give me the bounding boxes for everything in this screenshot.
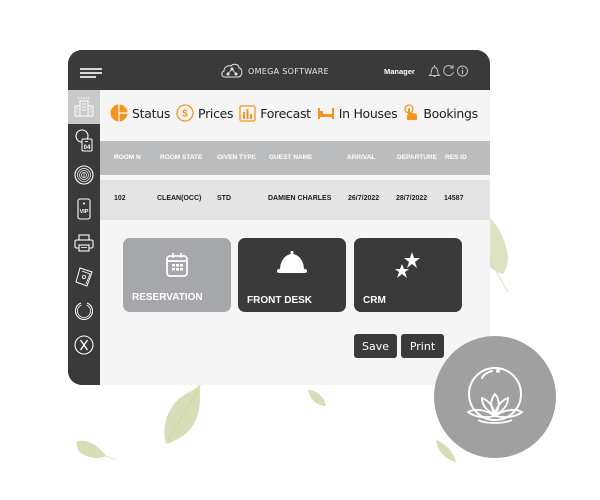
bell-icon[interactable] — [428, 64, 441, 78]
tab-forecast[interactable]: Forecast — [239, 104, 311, 122]
sidebar-item-refresh[interactable] — [68, 294, 100, 328]
close-circle-icon — [74, 335, 94, 355]
bar-chart-icon — [239, 104, 256, 122]
main-content: Status $ Prices Forecast In Houses Booki… — [100, 90, 490, 385]
menu-icon[interactable] — [80, 68, 104, 80]
vip-card-icon: VIP — [77, 198, 91, 220]
leaf-decoration — [308, 390, 326, 406]
printer-icon — [74, 234, 94, 252]
top-bar: OMEGA SOFTWARE Manager — [68, 50, 490, 90]
tab-label: Prices — [198, 105, 234, 121]
app-window: OMEGA SOFTWARE Manager 04 VIP Status $ P… — [68, 50, 490, 385]
building-icon — [74, 97, 94, 117]
lotus-badge — [434, 336, 556, 458]
tab-bar: Status $ Prices Forecast In Houses Booki… — [110, 104, 484, 122]
cell-guest-name: DAMIEN CHARLES — [268, 195, 332, 202]
column-header[interactable]: RES ID — [445, 154, 467, 161]
dollar-icon: $ — [176, 104, 194, 122]
leaf-decoration — [76, 440, 117, 461]
cloud-network-icon — [221, 63, 243, 78]
sidebar-item-calendar-day[interactable]: 04 — [68, 124, 100, 158]
cell-given-type: STD — [217, 195, 231, 202]
sidebar: 04 VIP — [68, 90, 100, 385]
fingerprint-icon — [74, 165, 94, 185]
tab-label: Bookings — [423, 105, 478, 121]
column-header[interactable]: ROOM N — [114, 154, 141, 161]
tab-prices[interactable]: $ Prices — [176, 104, 234, 122]
pie-chart-icon — [110, 104, 128, 122]
print-button[interactable]: Print — [401, 334, 444, 358]
column-header[interactable]: DEPARTURE — [397, 154, 437, 161]
sidebar-item-building[interactable] — [68, 90, 100, 124]
calendar-icon — [166, 253, 188, 277]
sidebar-item-close[interactable] — [68, 328, 100, 362]
reservation-tile[interactable]: RESERVATION — [123, 238, 231, 312]
tab-label: Forecast — [260, 105, 311, 121]
info-icon[interactable] — [456, 64, 469, 78]
lotus-icon — [466, 367, 524, 424]
tab-status[interactable]: Status — [110, 104, 170, 122]
svg-text:04: 04 — [84, 145, 91, 151]
hand-pointer-icon — [404, 104, 418, 120]
svg-text:VIP: VIP — [80, 209, 89, 215]
cash-icon — [75, 267, 93, 287]
tab-in-houses[interactable]: In Houses — [317, 106, 398, 121]
leaf-decoration — [164, 382, 202, 444]
tile-label: RESERVATION — [132, 292, 203, 303]
cell-room-state: CLEAN(OCC) — [157, 195, 202, 202]
tile-label: FRONT DESK — [247, 295, 312, 306]
tab-bookings[interactable]: Bookings — [403, 104, 478, 122]
tile-label: CRM — [363, 295, 386, 306]
brand-logo: OMEGA SOFTWARE — [220, 63, 329, 79]
sidebar-item-printer[interactable] — [68, 226, 100, 260]
crm-tile[interactable]: CRM — [354, 238, 462, 312]
sidebar-item-cash[interactable] — [68, 260, 100, 294]
sidebar-item-vip[interactable]: VIP — [68, 192, 100, 226]
svg-text:$: $ — [182, 109, 188, 120]
refresh-icon[interactable] — [442, 64, 455, 78]
table-row[interactable]: 102 CLEAN(OCC) STD DAMIEN CHARLES 26/7/2… — [100, 180, 490, 220]
user-role[interactable]: Manager — [384, 67, 415, 76]
circle-refresh-icon — [74, 302, 94, 320]
cell-res-id: 14587 — [444, 195, 464, 202]
cell-departure: 28/7/2022 — [396, 195, 428, 202]
sidebar-item-fingerprint[interactable] — [68, 158, 100, 192]
tab-label: In Houses — [338, 105, 398, 121]
column-header[interactable]: GIVEN TYPE — [217, 154, 256, 161]
cell-arrival: 26/7/2022 — [348, 195, 380, 202]
column-header[interactable]: ROOM STATE — [160, 154, 202, 161]
stars-icon — [395, 252, 420, 278]
brand-name: OMEGA SOFTWARE — [248, 66, 329, 76]
tab-label: Status — [132, 105, 171, 121]
bed-icon — [317, 108, 334, 119]
table-header: ROOM N ROOM STATE GIVEN TYPE GUEST NAME … — [100, 141, 490, 175]
cell-room-number: 102 — [114, 195, 126, 202]
column-header[interactable]: ARRIVAL — [347, 154, 375, 161]
column-header[interactable]: GUEST NAME — [269, 154, 312, 161]
front-desk-tile[interactable]: FRONT DESK — [238, 238, 346, 312]
calendar-day-icon: 04 — [75, 129, 93, 152]
save-button[interactable]: Save — [354, 334, 397, 358]
service-bell-icon — [277, 251, 307, 273]
